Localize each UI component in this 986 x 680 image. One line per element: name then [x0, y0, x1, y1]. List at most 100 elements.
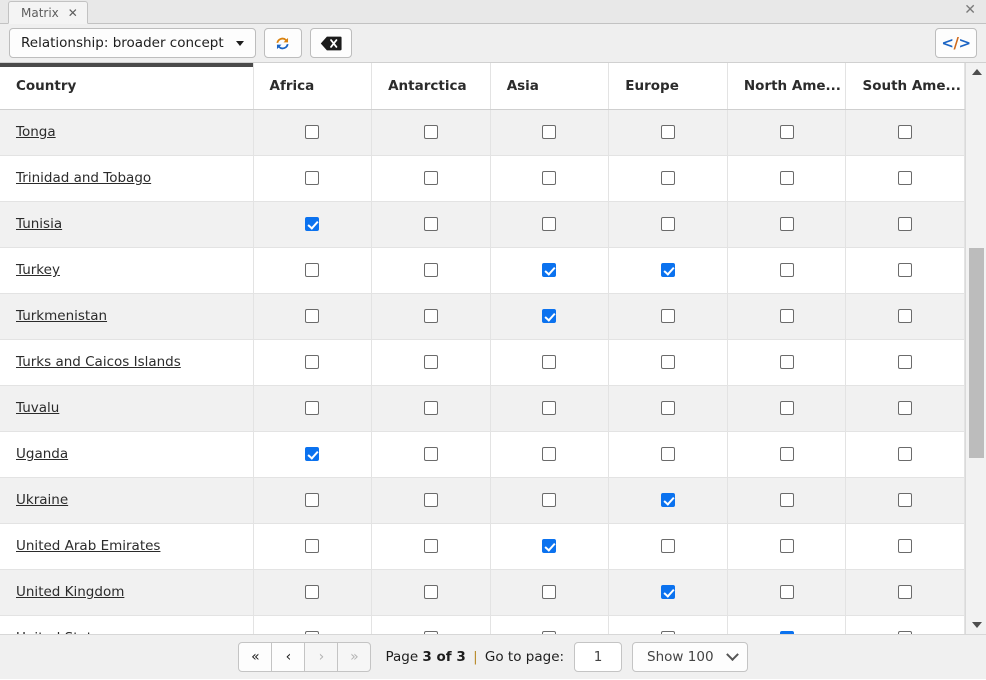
membership-checkbox[interactable] — [305, 631, 319, 635]
membership-checkbox[interactable] — [542, 171, 556, 185]
country-link[interactable]: Turkmenistan — [16, 308, 107, 324]
refresh-button[interactable] — [264, 28, 302, 58]
membership-checkbox[interactable] — [898, 125, 912, 139]
column-header-antarctica[interactable]: Antarctica — [372, 63, 491, 109]
membership-checkbox[interactable] — [780, 631, 794, 635]
page-size-dropdown[interactable]: Show 100 — [632, 642, 748, 672]
membership-checkbox[interactable] — [898, 447, 912, 461]
membership-checkbox[interactable] — [780, 217, 794, 231]
membership-checkbox[interactable] — [424, 447, 438, 461]
scroll-down-button[interactable] — [966, 616, 986, 634]
membership-checkbox[interactable] — [542, 585, 556, 599]
membership-checkbox[interactable] — [661, 125, 675, 139]
membership-checkbox[interactable] — [661, 631, 675, 635]
membership-checkbox[interactable] — [305, 585, 319, 599]
membership-checkbox[interactable] — [424, 217, 438, 231]
membership-checkbox[interactable] — [780, 447, 794, 461]
membership-checkbox[interactable] — [780, 585, 794, 599]
country-link[interactable]: Tuvalu — [16, 400, 59, 416]
country-link[interactable]: Tonga — [16, 124, 56, 140]
horizontal-scroll-indicator[interactable] — [0, 63, 253, 67]
membership-checkbox[interactable] — [424, 493, 438, 507]
membership-checkbox[interactable] — [424, 263, 438, 277]
membership-checkbox[interactable] — [898, 631, 912, 635]
column-header-north-america[interactable]: North Ame... — [727, 63, 846, 109]
membership-checkbox[interactable] — [305, 217, 319, 231]
country-link[interactable]: Tunisia — [16, 216, 62, 232]
membership-checkbox[interactable] — [661, 539, 675, 553]
vertical-scrollbar[interactable] — [965, 63, 986, 634]
membership-checkbox[interactable] — [661, 355, 675, 369]
tab-close-icon[interactable]: ✕ — [68, 7, 78, 19]
country-link[interactable]: United States — [16, 630, 107, 635]
membership-checkbox[interactable] — [542, 493, 556, 507]
membership-checkbox[interactable] — [305, 493, 319, 507]
membership-checkbox[interactable] — [542, 355, 556, 369]
membership-checkbox[interactable] — [424, 309, 438, 323]
first-page-button[interactable]: « — [238, 642, 272, 672]
membership-checkbox[interactable] — [542, 217, 556, 231]
country-link[interactable]: Turks and Caicos Islands — [16, 354, 181, 370]
membership-checkbox[interactable] — [780, 171, 794, 185]
membership-checkbox[interactable] — [780, 125, 794, 139]
country-link[interactable]: Turkey — [16, 262, 60, 278]
membership-checkbox[interactable] — [661, 401, 675, 415]
membership-checkbox[interactable] — [305, 171, 319, 185]
country-link[interactable]: United Arab Emirates — [16, 538, 160, 554]
column-header-country[interactable]: Country — [0, 63, 253, 109]
membership-checkbox[interactable] — [305, 539, 319, 553]
column-header-asia[interactable]: Asia — [490, 63, 609, 109]
membership-checkbox[interactable] — [898, 263, 912, 277]
next-page-button[interactable]: › — [304, 642, 338, 672]
membership-checkbox[interactable] — [661, 217, 675, 231]
scroll-up-button[interactable] — [966, 63, 986, 81]
source-code-button[interactable]: </> — [935, 28, 977, 58]
membership-checkbox[interactable] — [305, 447, 319, 461]
column-header-south-america[interactable]: South Ame... — [846, 63, 965, 109]
scrollbar-thumb[interactable] — [969, 248, 984, 458]
previous-page-button[interactable]: ‹ — [271, 642, 305, 672]
country-link[interactable]: Trinidad and Tobago — [16, 170, 151, 186]
membership-checkbox[interactable] — [305, 401, 319, 415]
membership-checkbox[interactable] — [542, 125, 556, 139]
membership-checkbox[interactable] — [898, 539, 912, 553]
last-page-button[interactable]: » — [337, 642, 371, 672]
membership-checkbox[interactable] — [898, 355, 912, 369]
membership-checkbox[interactable] — [898, 401, 912, 415]
membership-checkbox[interactable] — [542, 539, 556, 553]
membership-checkbox[interactable] — [424, 631, 438, 635]
membership-checkbox[interactable] — [661, 263, 675, 277]
membership-checkbox[interactable] — [661, 585, 675, 599]
membership-checkbox[interactable] — [424, 355, 438, 369]
country-link[interactable]: Uganda — [16, 446, 68, 462]
membership-checkbox[interactable] — [898, 171, 912, 185]
membership-checkbox[interactable] — [898, 493, 912, 507]
membership-checkbox[interactable] — [424, 125, 438, 139]
clear-filter-button[interactable] — [310, 28, 352, 58]
membership-checkbox[interactable] — [305, 355, 319, 369]
membership-checkbox[interactable] — [898, 309, 912, 323]
membership-checkbox[interactable] — [898, 585, 912, 599]
membership-checkbox[interactable] — [542, 309, 556, 323]
membership-checkbox[interactable] — [305, 309, 319, 323]
membership-checkbox[interactable] — [898, 217, 912, 231]
tab-matrix[interactable]: Matrix ✕ — [8, 1, 88, 24]
membership-checkbox[interactable] — [780, 309, 794, 323]
membership-checkbox[interactable] — [780, 539, 794, 553]
goto-page-input[interactable] — [574, 642, 622, 672]
column-header-africa[interactable]: Africa — [253, 63, 372, 109]
membership-checkbox[interactable] — [661, 171, 675, 185]
membership-checkbox[interactable] — [542, 631, 556, 635]
membership-checkbox[interactable] — [661, 447, 675, 461]
membership-checkbox[interactable] — [542, 447, 556, 461]
membership-checkbox[interactable] — [780, 355, 794, 369]
membership-checkbox[interactable] — [661, 493, 675, 507]
membership-checkbox[interactable] — [305, 125, 319, 139]
column-header-europe[interactable]: Europe — [609, 63, 728, 109]
relationship-dropdown[interactable]: Relationship: broader concept — [9, 28, 256, 58]
country-link[interactable]: Ukraine — [16, 492, 68, 508]
membership-checkbox[interactable] — [305, 263, 319, 277]
membership-checkbox[interactable] — [780, 493, 794, 507]
membership-checkbox[interactable] — [542, 263, 556, 277]
membership-checkbox[interactable] — [780, 401, 794, 415]
